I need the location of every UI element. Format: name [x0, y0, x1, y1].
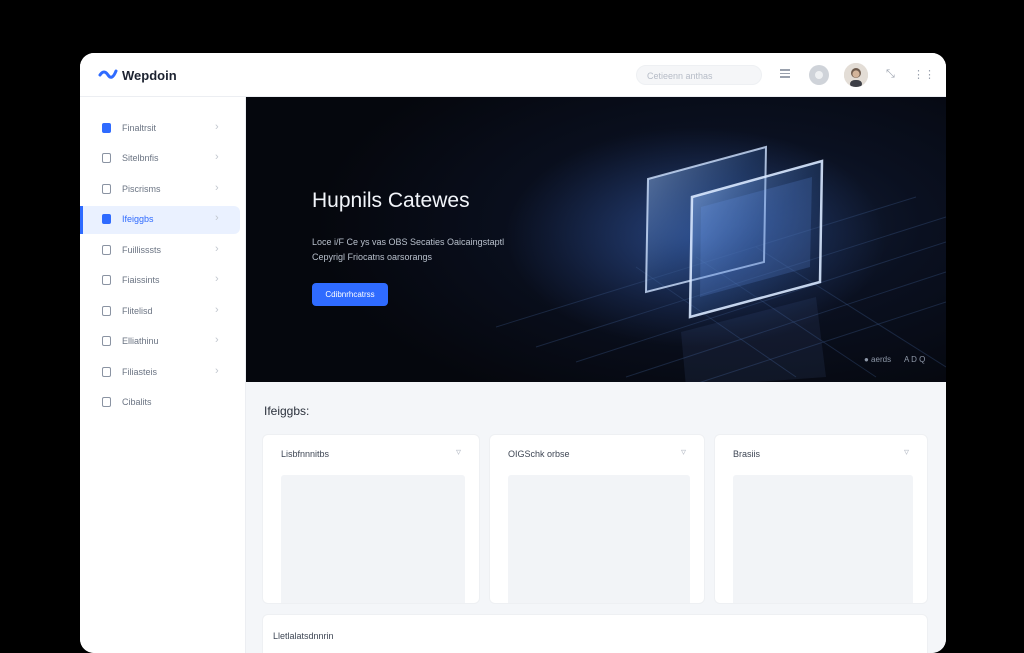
content-card-3[interactable]: Brasiis ▿ — [714, 434, 928, 604]
chevron-right-icon: › — [215, 212, 219, 224]
sidebar-item-4[interactable]: Ifeiggbs › — [80, 206, 240, 234]
avatar[interactable] — [844, 63, 868, 87]
app-title: Wepdoin — [122, 68, 177, 83]
document-icon — [102, 153, 111, 163]
chevron-right-icon: › — [215, 304, 219, 316]
menu-icon[interactable] — [780, 69, 790, 79]
content-card-2[interactable]: OIGSchk orbse ▿ — [489, 434, 705, 604]
sidebar-item-10[interactable]: Cibalits — [80, 389, 237, 417]
chevron-right-icon: › — [215, 182, 219, 194]
sidebar-item-label: Fuillisssts — [122, 245, 162, 255]
chevron-right-icon: › — [215, 243, 219, 255]
sidebar-item-1[interactable]: Finaltrsit › — [80, 115, 237, 143]
content-card-1[interactable]: Lisbfnnnitbs ▿ — [262, 434, 480, 604]
grid-icon[interactable]: ⋮⋮ — [913, 68, 935, 81]
card-title: Brasiis — [733, 449, 761, 459]
sidebar-item-6[interactable]: Fiaissints › — [80, 267, 237, 295]
sidebar-item-5[interactable]: Fuillisssts › — [80, 237, 237, 265]
bottom-card[interactable]: Lletlalatsdnnrin — [262, 614, 928, 653]
chart-icon — [102, 336, 111, 346]
image-icon — [102, 214, 111, 224]
dashboard-icon — [102, 123, 111, 133]
card-title: OIGSchk orbse — [508, 449, 570, 459]
expand-icon[interactable]: ⤡ — [886, 68, 895, 81]
sidebar-item-label: Flitelisd — [122, 306, 153, 316]
chevron-right-icon: › — [215, 365, 219, 377]
card-body — [508, 475, 690, 603]
chevron-down-icon[interactable]: ▿ — [904, 447, 909, 458]
chevron-right-icon: › — [215, 151, 219, 163]
hero-title: Hupnils Catewes — [312, 189, 470, 212]
app-window: Wepdoin Cetieenn anthas ⤡ ⋮⋮ Finaltrsit … — [80, 53, 946, 653]
search-input[interactable]: Cetieenn anthas — [636, 65, 762, 85]
mail-icon — [102, 306, 111, 316]
hero-footer-right[interactable]: A D Q — [904, 355, 925, 364]
sidebar-item-8[interactable]: Elliathinu › — [80, 328, 237, 356]
hero-footer-left: ● aerds — [864, 355, 892, 364]
section-title: Ifeiggbs: — [264, 404, 310, 418]
sidebar-item-3[interactable]: Piscrisms › — [80, 176, 237, 204]
chevron-down-icon[interactable]: ▿ — [456, 447, 461, 458]
sidebar-item-label: Elliathinu — [122, 336, 159, 346]
chevron-right-icon: › — [215, 334, 219, 346]
settings-icon[interactable] — [809, 65, 829, 85]
card-body — [733, 475, 913, 603]
sidebar: Finaltrsit › Sitelbnfis › Piscrisms › If… — [80, 97, 246, 653]
sidebar-item-label: Filiasteis — [122, 367, 158, 377]
sidebar-item-7[interactable]: Flitelisd › — [80, 298, 237, 326]
avatar-portrait-icon — [844, 63, 868, 87]
chevron-right-icon: › — [215, 121, 219, 133]
sidebar-item-label: Finaltrsit — [122, 123, 157, 133]
glass-panels-illustration — [496, 127, 946, 382]
folder-icon — [102, 245, 111, 255]
sidebar-item-label: Sitelbnfis — [122, 153, 159, 163]
book-icon — [102, 275, 111, 285]
sidebar-item-2[interactable]: Sitelbnfis › — [80, 145, 237, 173]
sidebar-item-label: Cibalits — [122, 397, 152, 407]
card-body — [281, 475, 465, 603]
sidebar-item-9[interactable]: Filiasteis › — [80, 359, 237, 387]
hero-banner: Hupnils Catewes Loce i/F Ce ys vas OBS S… — [246, 97, 946, 382]
layers-icon — [102, 367, 111, 377]
sidebar-item-label: Piscrisms — [122, 184, 161, 194]
sidebar-item-label: Ifeiggbs — [122, 214, 154, 224]
hero-cta-button[interactable]: Cdibnrhcatrss — [312, 283, 388, 306]
hero-footer: ● aerds A D Q — [864, 355, 925, 364]
chevron-right-icon: › — [215, 273, 219, 285]
card-title: Lisbfnnnitbs — [281, 449, 330, 459]
file-icon — [102, 184, 111, 194]
chevron-down-icon[interactable]: ▿ — [681, 447, 686, 458]
main-content: Ifeiggbs: Lisbfnnnitbs ▿ OIGSchk orbse ▿… — [246, 382, 946, 653]
sidebar-item-label: Fiaissints — [122, 275, 160, 285]
hero-subtitle: Loce i/F Ce ys vas OBS Secaties Oaicaing… — [312, 237, 505, 262]
logo-icon — [98, 69, 118, 79]
top-bar: Wepdoin Cetieenn anthas ⤡ ⋮⋮ — [80, 53, 946, 97]
settings-icon — [102, 397, 111, 407]
